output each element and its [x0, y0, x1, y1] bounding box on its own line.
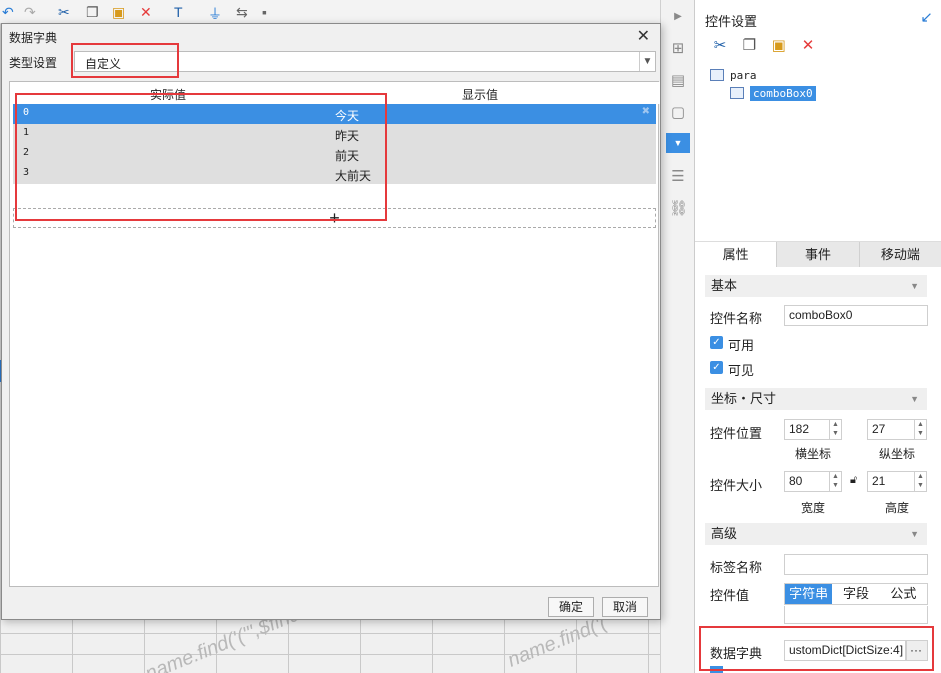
paste-icon[interactable]: ▣	[112, 4, 125, 21]
x-stepper[interactable]: 182 ▲ ▼	[784, 419, 842, 440]
dialog-title: 数据字典	[9, 31, 58, 45]
stepper-arrows-icon[interactable]: ▲ ▼	[914, 472, 926, 491]
tab-mobile[interactable]: 移动端	[859, 242, 941, 267]
control-name-label: 控件名称	[710, 311, 763, 326]
column-display-value: 显示值	[462, 88, 499, 102]
stepper-arrows-icon[interactable]: ▲ ▼	[829, 420, 841, 439]
section-advanced[interactable]: 高级 ▼	[705, 523, 927, 545]
chevron-down-icon: ▼	[910, 281, 919, 291]
height-value: 21	[872, 474, 886, 488]
y-stepper[interactable]: 27 ▲ ▼	[867, 419, 927, 440]
enabled-checkbox[interactable]: ✓	[710, 336, 723, 349]
highlight-type-select	[71, 43, 179, 78]
panel-toolbar: ✂ ❐ ▣ ✕	[711, 37, 825, 55]
link-icon[interactable]: ⛓	[669, 200, 688, 218]
tab-events[interactable]: 事件	[777, 242, 860, 267]
control-value-input[interactable]	[784, 606, 928, 624]
highlight-data-dict	[699, 626, 934, 671]
data-dictionary-dialog: 数据字典 ✕ 类型设置 自定义 ▼ 实际值 显示值 0 今天 ✖ 1 昨天 2 …	[1, 23, 661, 620]
section-position-label: 坐标・尺寸	[711, 391, 777, 406]
height-caption: 高度	[884, 501, 909, 515]
collapse-icon[interactable]: ↙	[920, 8, 933, 26]
cut-icon[interactable]: ✂	[58, 4, 70, 21]
x-value: 182	[789, 422, 810, 436]
position-label: 控件位置	[710, 426, 763, 441]
section-advanced-label: 高级	[711, 526, 738, 541]
panel-title: 控件设置	[705, 14, 758, 29]
control-name-input[interactable]: comboBox0	[784, 305, 928, 326]
swap-icon[interactable]: ⇆	[236, 4, 248, 21]
ok-button[interactable]: 确定	[548, 597, 594, 617]
copy-icon[interactable]: ❐	[86, 4, 99, 21]
play-icon[interactable]: ▶	[669, 8, 687, 26]
list-icon[interactable]: ☰	[669, 168, 687, 186]
property-tabs: 属性 事件 移动端	[695, 241, 941, 267]
cut-icon[interactable]: ✂	[711, 37, 729, 55]
section-position-size[interactable]: 坐标・尺寸 ▼	[705, 388, 927, 410]
value-type-string[interactable]: 字符串	[785, 584, 833, 604]
highlight-table-rows	[15, 93, 387, 221]
type-setting-label: 类型设置	[9, 56, 58, 70]
copy-icon[interactable]: ❐	[740, 37, 758, 55]
height-stepper[interactable]: 21 ▲ ▼	[867, 471, 927, 492]
stepper-arrows-icon[interactable]: ▲ ▼	[914, 420, 926, 439]
y-caption: 纵坐标	[878, 447, 915, 461]
stepper-arrows-icon[interactable]: ▲ ▼	[829, 472, 841, 491]
undo-icon[interactable]: ↶	[2, 4, 14, 21]
value-type-selector: 字符串 字段 公式	[784, 583, 928, 605]
form-icon	[710, 69, 724, 81]
section-basic[interactable]: 基本 ▼	[705, 275, 927, 297]
width-stepper[interactable]: 80 ▲ ▼	[784, 471, 842, 492]
widget-tree: para comboBox0	[710, 66, 816, 102]
chevron-down-icon: ▼	[910, 529, 919, 539]
layout-icon[interactable]: ⊞	[669, 40, 687, 58]
enabled-label: 可用	[728, 338, 755, 353]
main-toolbar: ↶ ↷ ✂ ❐ ▣ ✕ T ⏚ ⇆ ▪	[0, 0, 660, 24]
plug-icon[interactable]: ⏚	[208, 4, 222, 24]
delete-icon[interactable]: ✕	[140, 4, 152, 21]
tag-name-input[interactable]	[784, 554, 928, 575]
cancel-button[interactable]: 取消	[602, 597, 648, 617]
lock-icon[interactable]: 🔓︎	[850, 474, 857, 487]
section-basic-label: 基本	[711, 278, 738, 293]
width-caption: 宽度	[800, 501, 825, 515]
delete-icon[interactable]: ✕	[799, 37, 817, 55]
text-widget-icon[interactable]: T	[174, 4, 183, 20]
tree-node-root[interactable]: para	[710, 66, 816, 84]
y-value: 27	[872, 422, 886, 436]
tab-properties[interactable]: 属性	[695, 242, 778, 267]
frame-icon[interactable]: ▢	[669, 104, 687, 122]
chevron-down-icon: ▼	[910, 394, 919, 404]
size-label: 控件大小	[710, 478, 763, 493]
tree-node-combobox[interactable]: comboBox0	[730, 84, 816, 102]
value-type-field[interactable]: 字段	[832, 584, 880, 604]
visible-label: 可见	[728, 363, 755, 378]
tag-name-label: 标签名称	[710, 560, 763, 575]
settings-icon[interactable]: ▪	[262, 4, 267, 20]
tree-root-label: para	[730, 68, 757, 82]
paste-icon[interactable]: ▣	[770, 37, 788, 55]
control-value-label: 控件值	[710, 588, 750, 603]
chevron-down-icon[interactable]: ▼	[639, 52, 655, 71]
visible-checkbox[interactable]: ✓	[710, 361, 723, 374]
redo-icon[interactable]: ↷	[24, 4, 36, 21]
tree-child-label: comboBox0	[750, 85, 816, 101]
x-caption: 横坐标	[794, 447, 831, 461]
close-icon[interactable]: ✕	[637, 26, 650, 46]
widget-icon[interactable]: ▤	[669, 72, 687, 90]
combobox-icon	[730, 87, 744, 99]
delete-row-icon[interactable]: ✖	[642, 106, 650, 117]
value-type-formula[interactable]: 公式	[879, 584, 927, 604]
width-value: 80	[789, 474, 803, 488]
control-settings-panel: 控件设置 ↙ ✂ ❐ ▣ ✕ para comboBox0 属性 事件 移动端 …	[694, 0, 941, 673]
side-strip: ▶ ⊞ ▤ ▢ ▼ ☰ ⛓	[660, 0, 694, 673]
combo-icon[interactable]: ▼	[666, 133, 690, 153]
